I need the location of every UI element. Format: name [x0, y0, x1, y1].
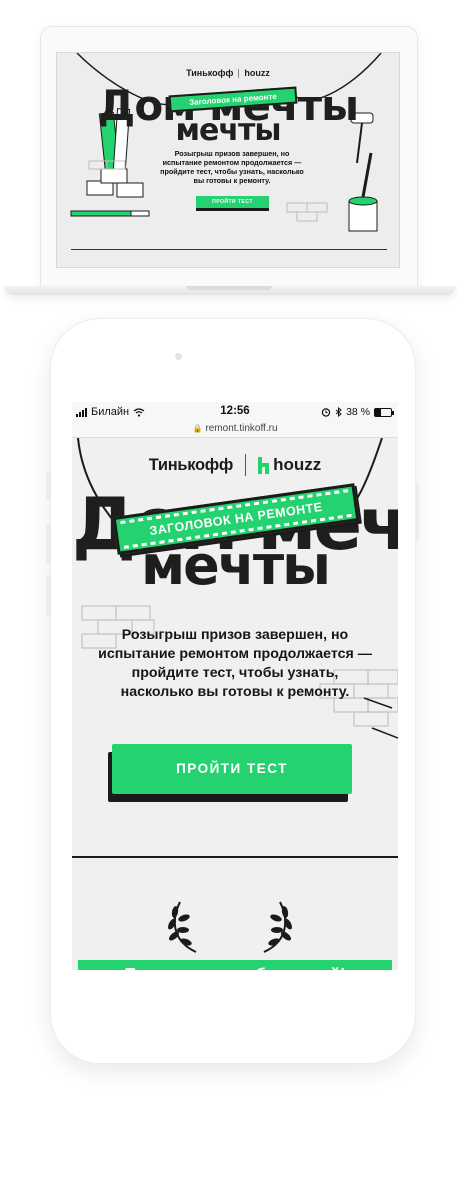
mockup-stage: Тинькофф houzz Дом мечты мечты Заголовок …	[0, 0, 458, 1182]
lock-icon: 🔒	[192, 424, 203, 433]
phone-volume-down-button	[46, 576, 50, 616]
paint-bucket-icon	[348, 152, 378, 232]
status-bar: Билайн 12:56 38 %	[72, 402, 398, 422]
phone-screen: Билайн 12:56 38 % 🔒 remont.tinkoff.ru Ти…	[72, 402, 398, 970]
status-right: 38 %	[321, 406, 394, 418]
web-page: Тинькофф houzz Дом мечты мечты ЗАГОЛОВОК…	[72, 438, 398, 970]
brand-houzz-label: houzz	[273, 455, 322, 474]
take-test-button[interactable]: ПРОЙТИ ТЕСТ	[112, 744, 352, 794]
laptop-brand-houzz: houzz	[244, 68, 270, 78]
battery-icon	[374, 407, 394, 417]
laptop-brand-tinkoff: Тинькофф	[186, 68, 234, 78]
url-text: remont.tinkoff.ru	[205, 423, 278, 434]
phone-camera-icon	[175, 353, 182, 360]
battery-percent: 38 %	[346, 406, 370, 418]
laptop-description: Розыгрыш призов завершен, но испытание р…	[160, 149, 304, 185]
laptop-cta-button[interactable]: ПРОЙТИ ТЕСТ	[196, 196, 269, 211]
laptop-divider	[71, 249, 387, 250]
brand-row: Тинькофф houzz	[72, 454, 398, 476]
phone-side-button	[46, 472, 50, 500]
description-text: Розыгрыш призов завершен, но испытание р…	[98, 627, 372, 700]
address-bar[interactable]: 🔒 remont.tinkoff.ru	[72, 422, 398, 438]
alarm-icon	[321, 408, 331, 417]
phone-power-button	[415, 484, 419, 540]
phone-volume-up-button	[46, 524, 50, 564]
bluetooth-icon	[335, 407, 342, 417]
houzz-logo-icon	[258, 456, 270, 474]
brand-separator	[245, 454, 247, 476]
laurel-right-icon	[263, 901, 292, 953]
laptop-brand-row: Тинькофф houzz	[57, 68, 399, 79]
cta-wrapper: ПРОЙТИ ТЕСТ	[108, 744, 352, 802]
brand-houzz: houzz	[258, 455, 321, 475]
winners-banner: Поздравляем победителей!	[78, 960, 392, 970]
laptop-headline-line2: мечты	[175, 113, 282, 148]
section-divider	[72, 856, 398, 858]
paint-cans-icon	[86, 168, 144, 198]
laptop-notch	[186, 286, 272, 290]
laptop-screen: Тинькофф houzz Дом мечты мечты Заголовок …	[56, 52, 400, 268]
laurel-left-icon	[168, 901, 197, 953]
brand-tinkoff: Тинькофф	[148, 455, 234, 474]
pencil-icon	[70, 210, 150, 217]
